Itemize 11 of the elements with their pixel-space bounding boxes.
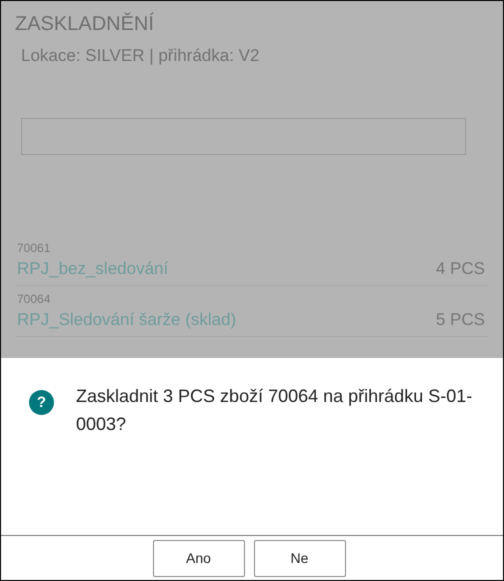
page-title: ZASKLADNĚNÍ	[15, 12, 155, 37]
item-code: 70061	[17, 241, 52, 255]
dialog-button[interactable]: Ne	[254, 540, 346, 576]
location-subtitle: Lokace: SILVER | přihrádka: V2	[21, 46, 260, 66]
dialog-button[interactable]: Ano	[152, 540, 244, 576]
question-icon: ?	[29, 390, 54, 415]
dialog-message: Zaskladnit 3 PCS zboží 70064 na přihrádku S-01-0003?	[76, 385, 474, 436]
input-field[interactable]	[21, 118, 466, 155]
item-quantity: 5 PCS	[436, 310, 485, 330]
item-quantity: 4 PCS	[436, 259, 485, 279]
item-code: 70064	[17, 292, 52, 306]
